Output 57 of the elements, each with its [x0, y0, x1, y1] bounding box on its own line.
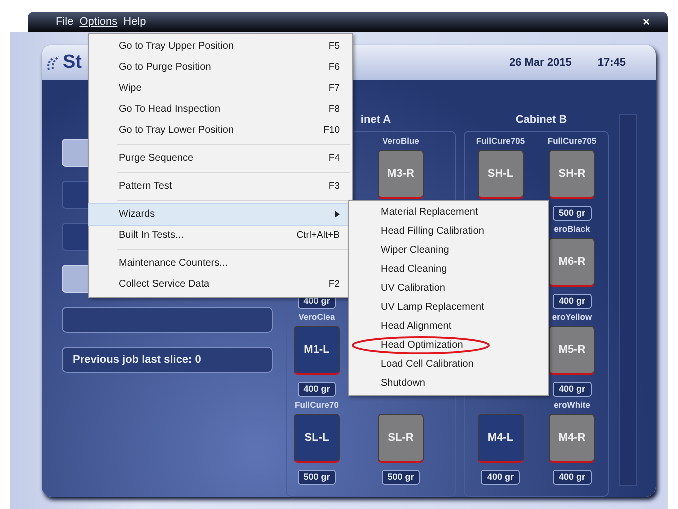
material-label: eroWhite [554, 400, 590, 410]
menu-item[interactable]: Head Cleaning [349, 260, 548, 279]
material-label: FullCure705 [476, 136, 526, 146]
cartridge-tile[interactable]: SH-L [478, 150, 524, 199]
amount-badge: 400 gr [481, 470, 520, 485]
menu-bar-item[interactable]: Options [80, 16, 118, 28]
menu-bar-item[interactable]: Help [124, 16, 146, 28]
window-control-button[interactable]: × [642, 15, 650, 29]
menu-item[interactable]: Go to Purge Position F6 [89, 57, 352, 78]
date-text: 26 Mar 2015 [509, 56, 572, 68]
menu-item[interactable]: Go To Head Inspection F8 [89, 99, 352, 120]
menu-item[interactable]: Go to Tray Lower Position F10 [89, 120, 352, 141]
cartridge-tile[interactable]: M1-L [294, 326, 340, 375]
material-label: eroBlack [554, 224, 590, 234]
material-label: eroYellow [552, 312, 592, 322]
menu-item[interactable]: UV Calibration [349, 279, 548, 298]
cartridge-tile[interactable]: M3-R [378, 150, 424, 199]
cartridge-tile[interactable]: M4-L [478, 414, 524, 463]
menu-item[interactable]: Wiper Cleaning [349, 241, 548, 260]
menu-item[interactable]: Head Filling Calibration [349, 222, 548, 241]
menu-item[interactable]: Collect Service Data F2 [89, 274, 352, 295]
cabinet-title: inet A [360, 114, 392, 126]
amount-badge: 400 gr [552, 294, 592, 309]
cartridge-tile[interactable]: SL-L [294, 414, 340, 463]
menu-bar-item[interactable]: File [56, 16, 74, 28]
amount-badge: 400 gr [552, 470, 592, 485]
cartridge-tile[interactable]: M5-R [549, 326, 596, 375]
cartridge-tile[interactable]: M6-R [549, 238, 596, 287]
logo-icon [46, 54, 62, 72]
menu-item[interactable]: Maintenance Counters... [89, 253, 352, 274]
menu-item[interactable]: Head Optimization [349, 336, 548, 355]
cartridge-tile[interactable]: M4-R [549, 414, 596, 463]
cartridge-tile[interactable]: SH-R [549, 150, 596, 199]
amount-badge: 500 gr [298, 470, 336, 485]
amount-badge: 400 gr [298, 382, 336, 397]
menu-item[interactable]: UV Lamp Replacement [349, 298, 548, 317]
menu-item[interactable]: Material Replacement [349, 203, 548, 222]
material-label: VeroClea [298, 312, 336, 322]
amount-badge: 400 gr [552, 382, 592, 397]
menu-item[interactable]: Wipe F7 [89, 78, 352, 99]
menu-item[interactable]: Pattern Test F3 [89, 176, 352, 197]
cartridge-tile[interactable]: SL-R [378, 414, 424, 463]
logo-text: St [63, 52, 82, 74]
menu-item[interactable]: Shutdown [349, 374, 548, 393]
window-control-button[interactable]: _ [628, 15, 635, 29]
material-label: FullCure70 [295, 400, 339, 410]
menu-item[interactable]: Head Alignment [349, 317, 548, 336]
cabinet-title: Cabinet B [516, 114, 568, 126]
amount-badge: 500 gr [382, 470, 420, 485]
time-text: 17:45 [598, 56, 626, 68]
material-label: VeroBlue [382, 136, 420, 146]
menu-item[interactable]: Go to Tray Upper Position F5 [89, 36, 352, 57]
menu-item[interactable]: Load Cell Calibration [349, 355, 548, 374]
amount-badge: 500 gr [552, 206, 592, 221]
menu-item[interactable]: Built In Tests... Ctrl+Alt+B [89, 225, 352, 246]
material-label: FullCure705 [548, 136, 597, 146]
menu-item[interactable]: Purge Sequence F4 [89, 148, 352, 169]
